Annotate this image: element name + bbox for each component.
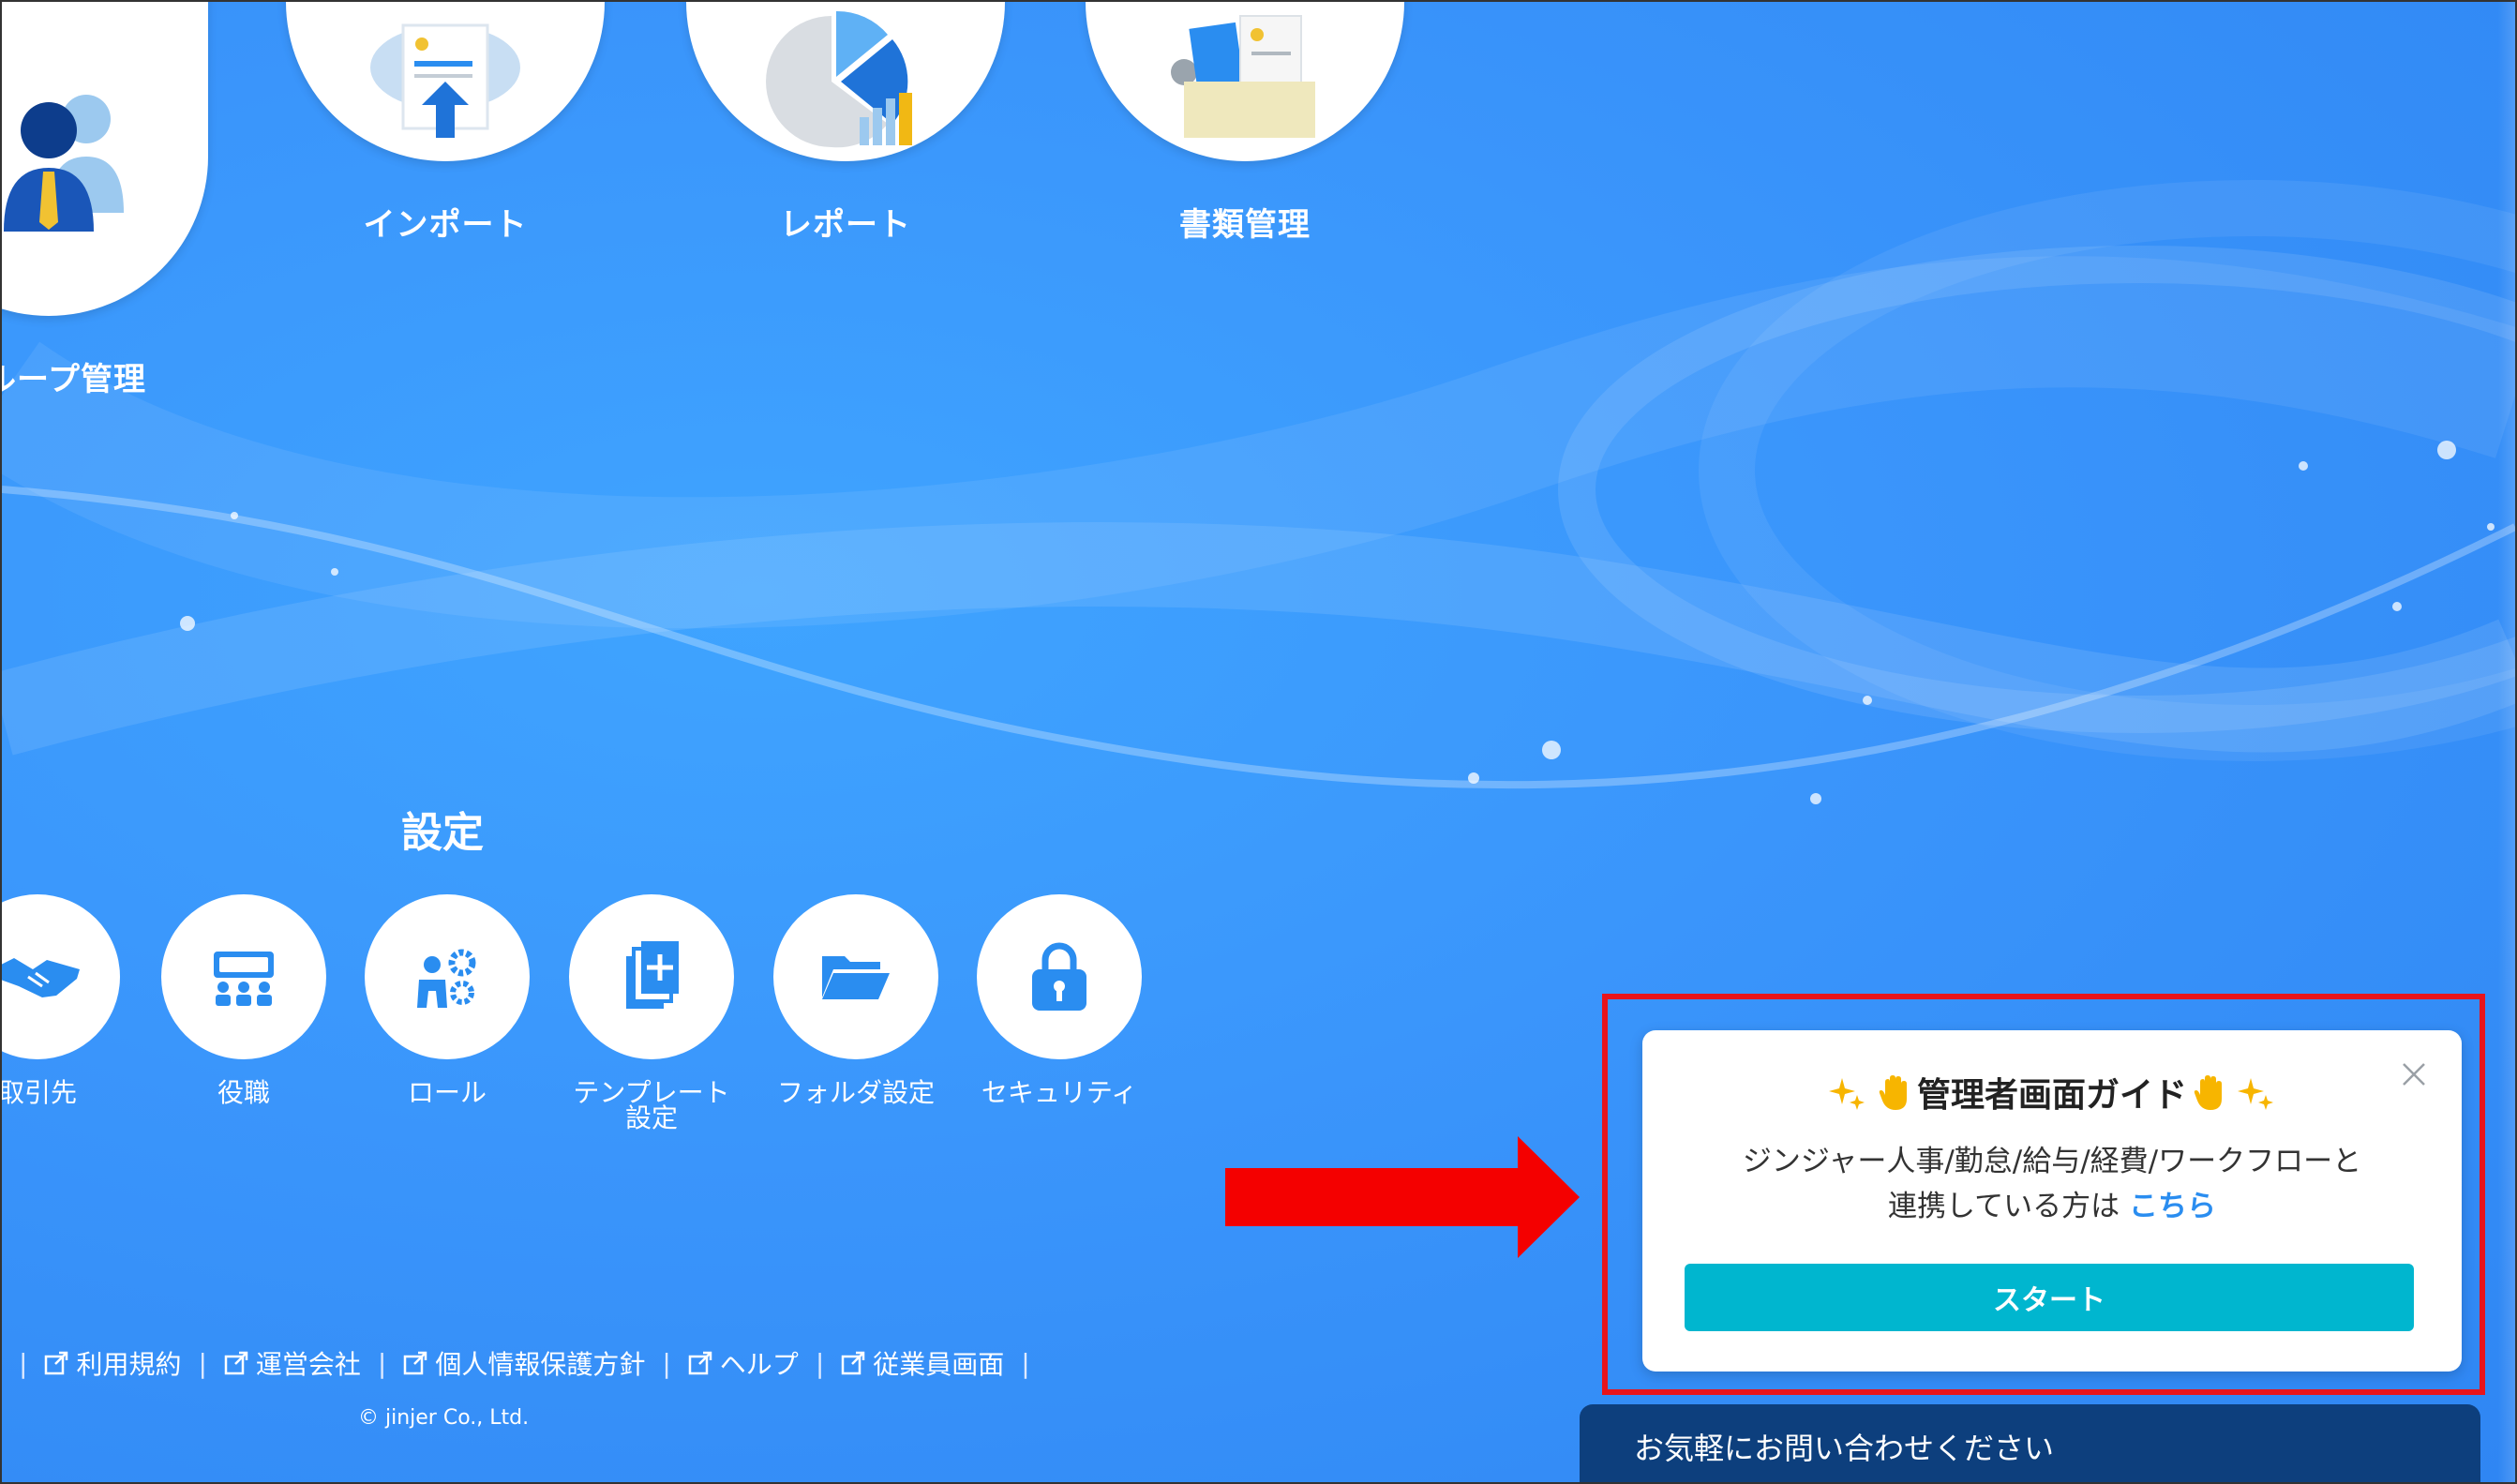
settings-circle[interactable] [773, 894, 938, 1059]
import-icon [370, 23, 520, 138]
folder-icon [822, 956, 890, 999]
settings-item-role[interactable]: ロール [339, 894, 555, 1108]
footer-separator: | [377, 1347, 387, 1379]
settings-item-label: 取引先 [0, 1077, 77, 1108]
settings-title: 設定 [401, 809, 484, 857]
footer-link-label: 従業員画面 [873, 1349, 1005, 1380]
documents-circle[interactable] [1086, 2, 1404, 161]
external-link-icon [44, 1351, 68, 1382]
guide-link[interactable]: こちら [2129, 1190, 2216, 1223]
settings-item-template[interactable]: テンプレート 設定 [544, 894, 759, 1133]
contact-label: お気軽にお問い合わせください [1634, 1431, 2055, 1466]
settings-item-label: セキュリティ [981, 1077, 1138, 1108]
contact-chat-bar[interactable]: お気軽にお問い合わせください [1580, 1404, 2480, 1482]
guide-text-line1: ジンジャー人事/勤怠/給与/経費/ワークフローと [1742, 1145, 2362, 1178]
footer-link-terms[interactable]: 利用規約 [44, 1344, 181, 1382]
settings-circle[interactable] [569, 894, 734, 1059]
template-icon [626, 941, 679, 1009]
guide-text-line2: 連携している方は [1888, 1190, 2120, 1223]
lock-icon [1032, 942, 1086, 1011]
app-frame: グループ管理 インポート [0, 0, 2517, 1484]
app-item-documents[interactable]: 書類管理 [1086, 2, 1404, 245]
footer-link-label: 利用規約 [76, 1349, 182, 1380]
raised-hand-icon [2193, 1074, 2226, 1120]
admin-guide-popup: 管理者画面ガイド ジンジャー人事/勤怠/給与/経費/ワークフローと 連携している… [1642, 1030, 2462, 1372]
settings-item-label: テンプレート 設定 [544, 1080, 759, 1133]
footer-separator: | [815, 1347, 825, 1379]
report-icon [766, 10, 912, 148]
sparkles-icon [1828, 1074, 1866, 1120]
annotation-arrow-icon [1225, 1136, 1580, 1258]
sparkles-icon [2238, 1074, 2275, 1120]
settings-item-position[interactable]: 役職 [136, 894, 352, 1108]
app-item-label: インポート [363, 206, 528, 244]
footer-link-label: 運営会社 [255, 1349, 361, 1380]
handshake-icon [2, 958, 80, 997]
app-item-group[interactable]: グループ管理 [2, 2, 208, 399]
footer-separator: | [1021, 1347, 1030, 1379]
external-link-icon [403, 1351, 427, 1382]
app-item-label: グループ管理 [2, 361, 146, 398]
copyright: © jinjer Co., Ltd. [358, 1406, 530, 1430]
guide-title: 管理者画面ガイド [1642, 1068, 2462, 1120]
external-link-icon [688, 1351, 712, 1382]
settings-item-label: フォルダ設定 [776, 1077, 935, 1108]
settings-circle[interactable] [161, 894, 326, 1059]
settings-circle[interactable] [365, 894, 530, 1059]
group-circle[interactable] [2, 2, 208, 316]
group-icon [4, 95, 124, 232]
role-icon [417, 949, 476, 1008]
app-item-label: 書類管理 [1179, 206, 1311, 244]
app-item-report[interactable]: レポート [686, 2, 1005, 245]
footer-links: | 利用規約 | 運営会社 | 個人情報保護方針 | ヘルプ | 従業員画面 | [2, 1344, 1047, 1382]
settings-item-folder[interactable]: フォルダ設定 [748, 894, 964, 1108]
position-icon [214, 952, 274, 1006]
footer-link-label: 個人情報保護方針 [435, 1349, 646, 1380]
external-link-icon [841, 1351, 865, 1382]
import-circle[interactable] [286, 2, 605, 161]
right-edge-shade [2498, 2, 2515, 1482]
guide-description: ジンジャー人事/勤怠/給与/経費/ワークフローと 連携している方は こちら [1642, 1139, 2462, 1229]
external-link-icon [224, 1351, 248, 1382]
settings-item-security[interactable]: セキュリティ [951, 894, 1167, 1108]
document-management-icon [1171, 15, 1315, 138]
settings-item-business-partner[interactable]: 取引先 [0, 894, 145, 1108]
app-item-import[interactable]: インポート [286, 2, 605, 245]
footer-separator: | [19, 1347, 28, 1379]
report-circle[interactable] [686, 2, 1005, 161]
start-button[interactable]: スタート [1685, 1264, 2414, 1331]
app-item-label: レポート [780, 206, 911, 244]
template-label-line2: 設定 [624, 1102, 678, 1133]
footer-separator: | [662, 1347, 671, 1379]
footer-link-label: ヘルプ [719, 1349, 799, 1380]
settings-item-label: 役職 [217, 1077, 270, 1108]
footer-link-employee[interactable]: 従業員画面 [841, 1344, 1004, 1382]
footer-link-help[interactable]: ヘルプ [688, 1344, 799, 1382]
settings-circle[interactable] [2, 894, 120, 1059]
footer-separator: | [198, 1347, 207, 1379]
footer-link-company[interactable]: 運営会社 [224, 1344, 361, 1382]
settings-circle[interactable] [977, 894, 1142, 1059]
footer-link-privacy[interactable]: 個人情報保護方針 [403, 1344, 645, 1382]
settings-item-label: ロール [407, 1077, 487, 1108]
guide-title-text: 管理者画面ガイド [1916, 1076, 2187, 1115]
raised-hand-icon [1878, 1074, 1911, 1120]
